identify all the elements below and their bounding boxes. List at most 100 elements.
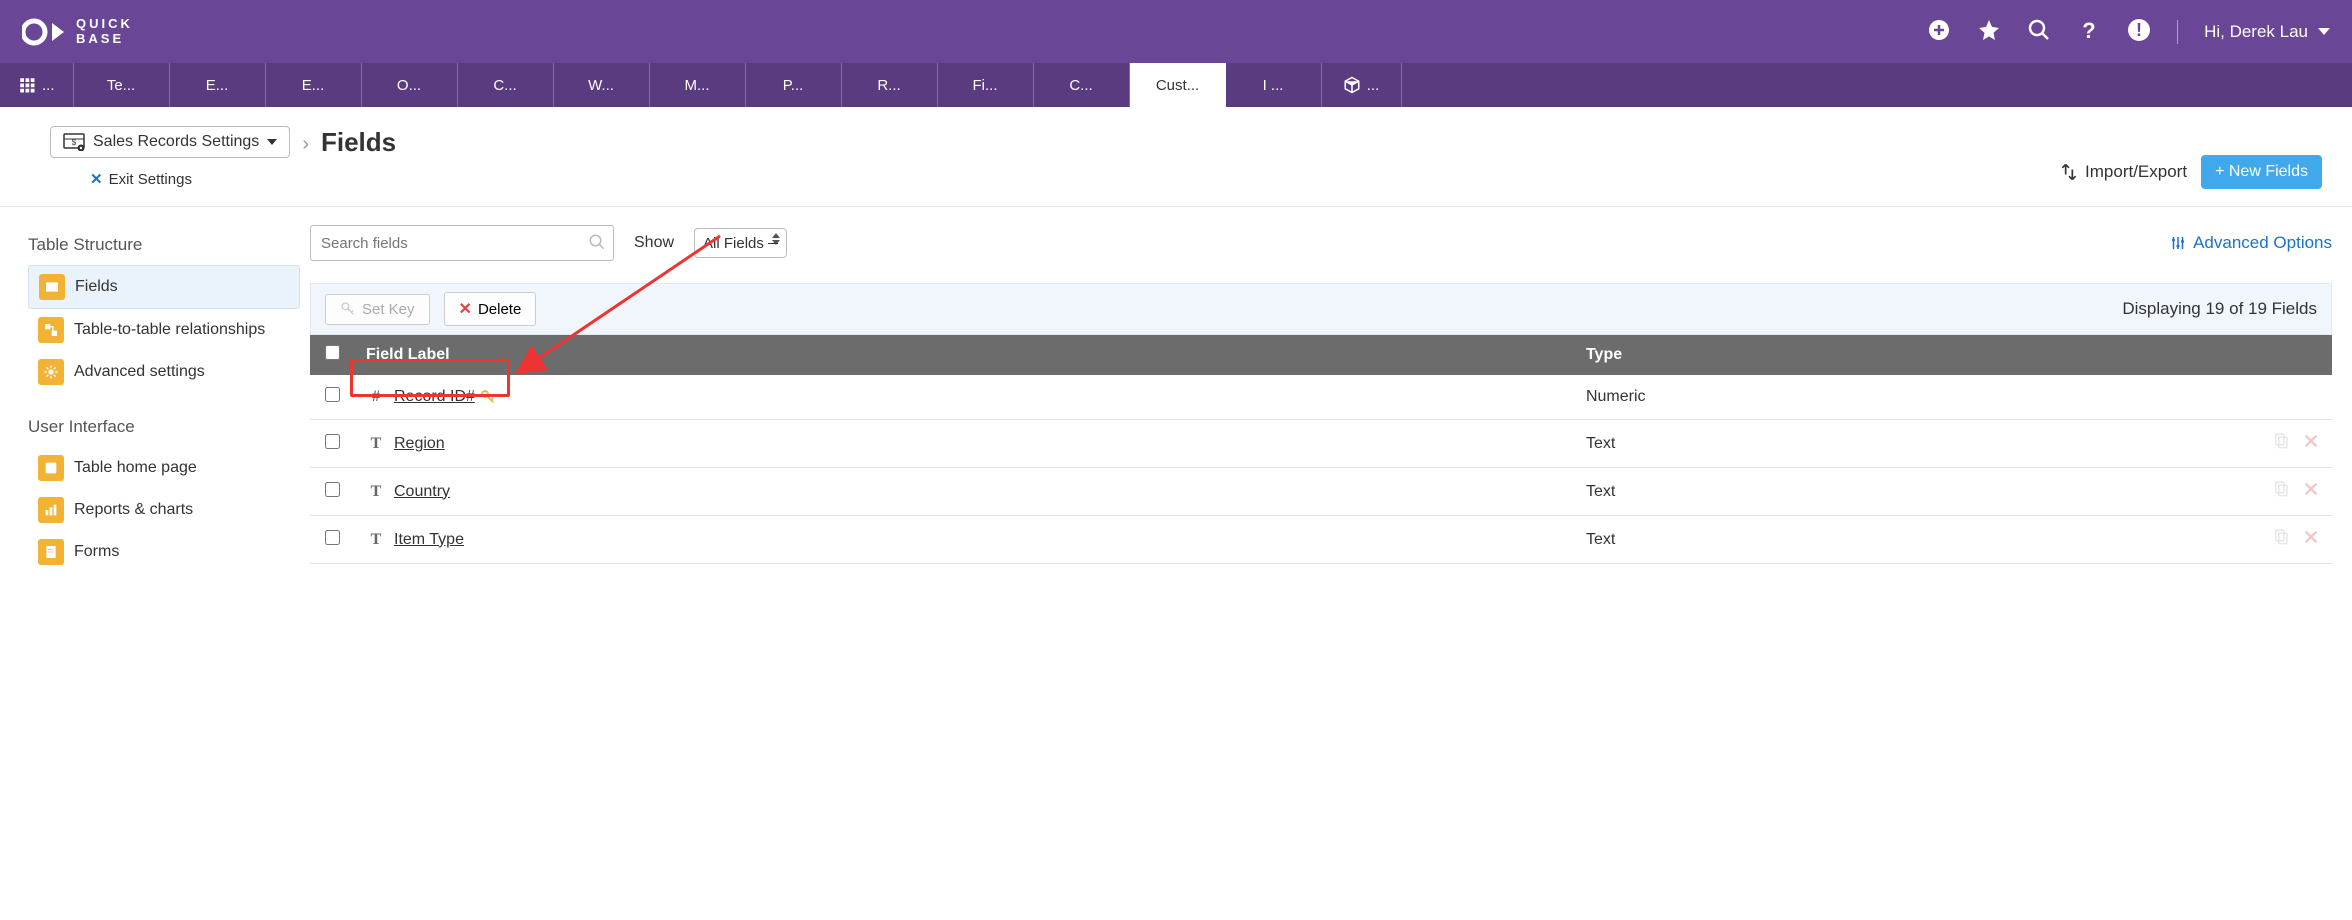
- exit-settings-link[interactable]: ✕ Exit Settings: [90, 170, 396, 188]
- exit-settings-label: Exit Settings: [109, 171, 192, 188]
- topbar-actions: ? ! Hi, Derek Lau: [1927, 18, 2330, 45]
- sidebar-item-forms[interactable]: Forms: [28, 531, 300, 573]
- breadcrumb-separator-icon: ›: [302, 127, 309, 156]
- field-type-icon: T: [366, 483, 386, 501]
- field-type-icon: #: [366, 388, 386, 406]
- sidebar-item-label: Advanced settings: [74, 363, 205, 381]
- col-actions: [2232, 335, 2332, 375]
- show-label: Show: [634, 234, 674, 252]
- field-label-link[interactable]: Record ID#: [394, 388, 475, 405]
- field-type: Text: [1574, 420, 2232, 468]
- copy-icon[interactable]: [2272, 480, 2290, 503]
- import-export-icon: [2059, 162, 2079, 182]
- nav-apps-icon[interactable]: ...: [0, 63, 74, 107]
- row-checkbox[interactable]: [325, 434, 340, 449]
- home-icon: [38, 455, 64, 481]
- sidebar-item-fields[interactable]: Fields: [28, 265, 300, 309]
- brand-logo[interactable]: QUICKBASE: [22, 17, 133, 47]
- key-icon: [340, 301, 356, 317]
- brand-mark-icon: [22, 17, 66, 47]
- delete-row-icon[interactable]: [2302, 432, 2320, 455]
- nav-item-6[interactable]: W...: [554, 63, 650, 107]
- sliders-icon: [2169, 234, 2187, 252]
- select-all-checkbox[interactable]: [325, 345, 340, 360]
- nav-item-8[interactable]: P...: [746, 63, 842, 107]
- set-key-button[interactable]: Set Key: [325, 294, 430, 325]
- copy-icon[interactable]: [2272, 528, 2290, 551]
- sidebar-item-label: Table home page: [74, 459, 197, 477]
- nav-item-1[interactable]: Te...: [74, 63, 170, 107]
- select-all-header: [310, 335, 354, 375]
- nav-item-10[interactable]: Fi...: [938, 63, 1034, 107]
- help-icon[interactable]: ?: [2077, 18, 2101, 45]
- nav-item-14[interactable]: ...: [1322, 63, 1402, 107]
- nav-item-2[interactable]: E...: [170, 63, 266, 107]
- sidebar-item-label: Forms: [74, 543, 119, 561]
- nav-item-9[interactable]: R...: [842, 63, 938, 107]
- new-icon[interactable]: [1927, 18, 1951, 45]
- sidebar-item-label: Table-to-table relationships: [74, 321, 265, 339]
- delete-row-icon[interactable]: [2302, 480, 2320, 503]
- field-label-link[interactable]: Country: [394, 483, 450, 500]
- field-type-icon: T: [366, 435, 386, 453]
- caret-down-icon: [267, 139, 277, 145]
- new-fields-button[interactable]: + New Fields: [2201, 155, 2322, 189]
- alert-icon[interactable]: !: [2127, 18, 2151, 45]
- divider: [2177, 20, 2178, 44]
- show-select[interactable]: All Fields: [694, 228, 787, 258]
- table-settings-icon: $: [63, 133, 85, 151]
- delete-button[interactable]: ✕ Delete: [444, 292, 537, 326]
- advanced-options-link[interactable]: Advanced Options: [2169, 233, 2332, 253]
- import-export-button[interactable]: Import/Export: [2059, 162, 2187, 182]
- col-field-label[interactable]: Field Label: [354, 335, 1574, 375]
- field-label-link[interactable]: Item Type: [394, 531, 464, 548]
- sidebar-item-reports[interactable]: Reports & charts: [28, 489, 300, 531]
- row-checkbox[interactable]: [325, 387, 340, 402]
- sidebar-section-table-structure: Table Structure: [28, 235, 300, 255]
- search-icon: [588, 233, 606, 251]
- nav-item-13[interactable]: I ...: [1226, 63, 1322, 107]
- fields-toolbar: Show All Fields Advanced Options: [310, 225, 2332, 261]
- search-icon[interactable]: [2027, 18, 2051, 45]
- main: Table Structure Fields Table-to-table re…: [0, 207, 2352, 593]
- subheader: $ Sales Records Settings › Fields ✕ Exit…: [0, 107, 2352, 207]
- brand-text: QUICKBASE: [76, 17, 133, 46]
- copy-icon[interactable]: [2272, 432, 2290, 455]
- delete-row-icon[interactable]: [2302, 528, 2320, 551]
- key-icon: [475, 388, 497, 405]
- settings-dropdown[interactable]: $ Sales Records Settings: [50, 126, 290, 158]
- col-type[interactable]: Type: [1574, 335, 2232, 375]
- nav-item-3[interactable]: E...: [266, 63, 362, 107]
- search-input[interactable]: [310, 225, 614, 261]
- svg-text:?: ?: [2082, 18, 2095, 42]
- forms-icon: [38, 539, 64, 565]
- star-icon[interactable]: [1977, 18, 2001, 45]
- row-checkbox[interactable]: [325, 530, 340, 545]
- navbar: ... Te... E... E... O... C... W... M... …: [0, 63, 2352, 107]
- fields-table: Field Label Type # Record ID# Numeric T Regi…: [310, 335, 2332, 564]
- svg-text:$: $: [72, 138, 77, 147]
- user-greeting: Hi, Derek Lau: [2204, 22, 2308, 42]
- nav-item-5[interactable]: C...: [458, 63, 554, 107]
- table-row: # Record ID# Numeric: [310, 375, 2332, 420]
- table-row: TCountryText: [310, 468, 2332, 516]
- nav-item-11[interactable]: C...: [1034, 63, 1130, 107]
- close-icon: ✕: [90, 170, 103, 188]
- nav-item-active[interactable]: Cust...: [1130, 63, 1226, 107]
- sidebar-item-relationships[interactable]: Table-to-table relationships: [28, 309, 300, 351]
- page-title: Fields: [321, 125, 396, 158]
- nav-item-4[interactable]: O...: [362, 63, 458, 107]
- nav-item-label: ...: [42, 77, 55, 94]
- table-row: TItem TypeText: [310, 516, 2332, 564]
- sidebar-item-advanced[interactable]: Advanced settings: [28, 351, 300, 393]
- svg-text:!: !: [2136, 20, 2142, 40]
- field-label-link[interactable]: Region: [394, 435, 445, 452]
- sidebar-item-label: Reports & charts: [74, 501, 193, 519]
- nav-item-7[interactable]: M...: [650, 63, 746, 107]
- field-type: Numeric: [1574, 375, 2232, 420]
- displaying-status: Displaying 19 of 19 Fields: [2122, 299, 2317, 319]
- row-checkbox[interactable]: [325, 482, 340, 497]
- user-menu[interactable]: Hi, Derek Lau: [2204, 22, 2330, 42]
- sidebar-item-home[interactable]: Table home page: [28, 447, 300, 489]
- search-fields-wrap: [310, 225, 614, 261]
